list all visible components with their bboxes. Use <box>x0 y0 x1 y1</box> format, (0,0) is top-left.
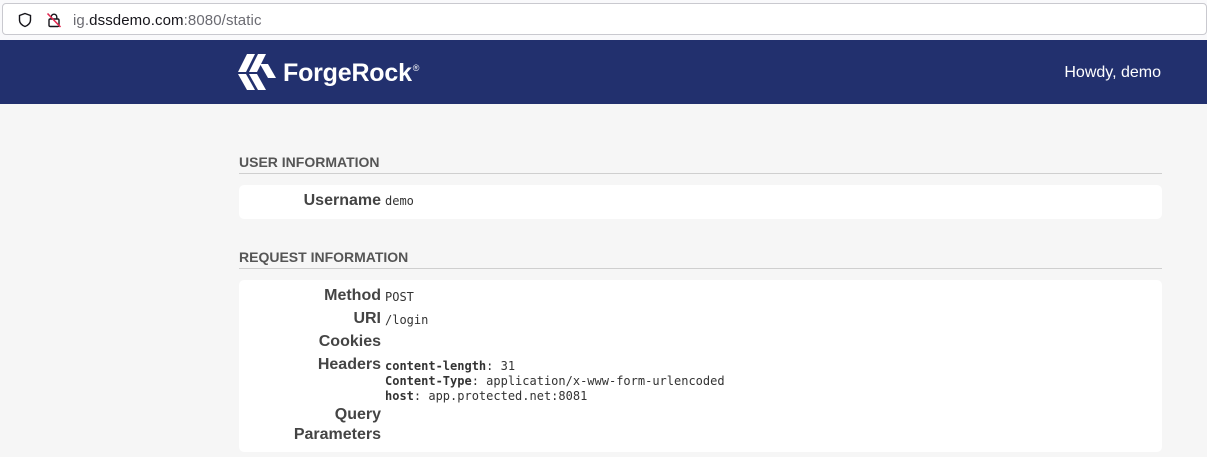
url-host: dssdemo.com <box>89 12 184 29</box>
url-subdomain: ig. <box>73 12 90 29</box>
address-bar[interactable]: ig.dssdemo.com:8080/static <box>2 3 1207 35</box>
registered-mark: ® <box>412 63 420 73</box>
forgerock-logo-icon <box>238 54 276 90</box>
request-information-heading: REQUEST INFORMATION <box>239 249 1162 269</box>
header-entry: host: app.protected.net:8081 <box>385 389 588 403</box>
browser-toolbar: ig.dssdemo.com:8080/static <box>0 0 1207 40</box>
method-value: POST <box>385 290 414 304</box>
headers-label: Headers <box>317 356 381 373</box>
top-navbar: ForgeRock® Howdy, demo <box>0 40 1207 104</box>
query-label-line1: Query <box>334 406 381 423</box>
brand-name: ForgeRock <box>283 59 412 87</box>
header-value: application/x-www-form-urlencoded <box>486 374 725 388</box>
header-value: app.protected.net:8081 <box>428 389 588 403</box>
user-information-heading: USER INFORMATION <box>239 154 1162 174</box>
shield-icon[interactable] <box>17 12 33 28</box>
method-label: Method <box>324 287 381 304</box>
headers-list: content-length: 31 Content-Type: applica… <box>385 359 725 404</box>
url-text[interactable]: ig.dssdemo.com:8080/static <box>73 12 262 29</box>
header-name: Content-Type <box>385 374 472 388</box>
header-entry: Content-Type: application/x-www-form-url… <box>385 374 725 388</box>
insecure-lock-icon[interactable] <box>46 12 62 28</box>
header-name: host <box>385 389 414 403</box>
header-value: 31 <box>500 359 516 373</box>
user-greeting: Howdy, demo <box>1064 64 1161 81</box>
header-entry: content-length: 31 <box>385 359 516 373</box>
header-name: content-length <box>385 359 487 373</box>
request-information-panel: Method POST URI /login Cookies Headers c… <box>239 280 1162 452</box>
query-label-line2: Parameters <box>293 426 381 443</box>
user-information-panel: Username demo <box>239 185 1162 219</box>
username-value: demo <box>385 194 414 208</box>
uri-value: /login <box>385 313 429 327</box>
url-path: :8080/static <box>183 12 262 29</box>
cookies-label: Cookies <box>318 333 381 350</box>
query-parameters-label: Query Parameters <box>294 405 381 445</box>
brand-logo-text: ForgeRock® <box>283 59 419 88</box>
username-label: Username <box>303 192 381 209</box>
uri-label: URI <box>353 310 381 327</box>
